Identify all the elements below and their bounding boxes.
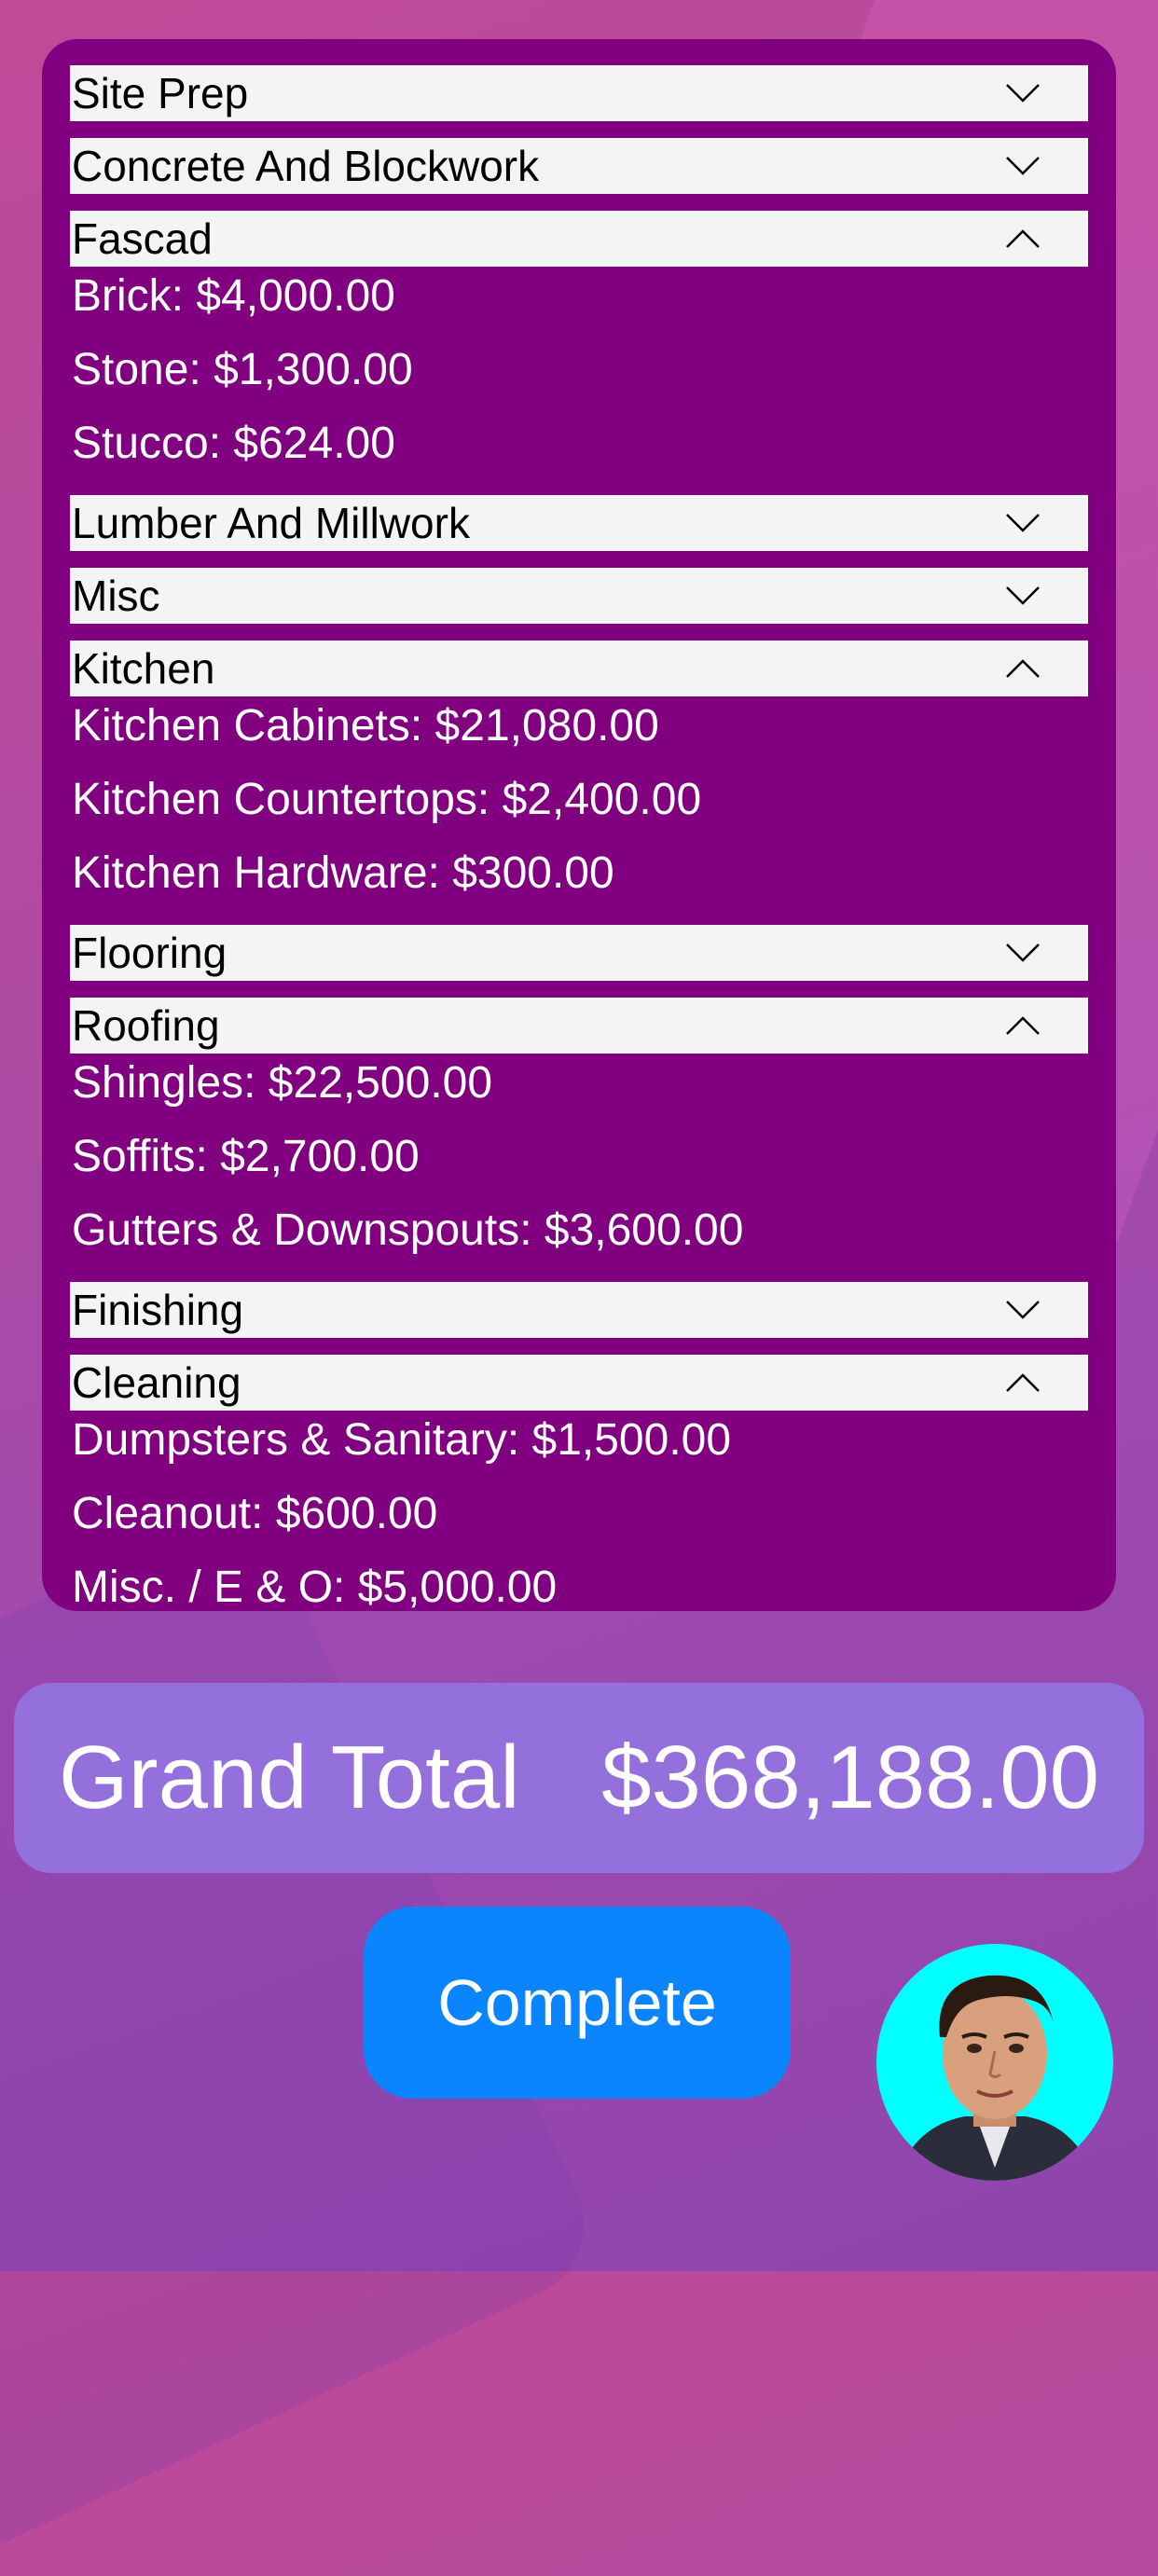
chevron-down-icon[interactable]	[995, 495, 1051, 551]
section-header[interactable]: Roofing	[70, 998, 1088, 1054]
section-lumber-and-millwork: Lumber And Millwork	[70, 495, 1088, 551]
section-header[interactable]: Lumber And Millwork	[70, 495, 1088, 551]
person-photo-icon	[895, 1975, 1096, 2181]
section-header[interactable]: Cleaning	[70, 1355, 1088, 1411]
line-item: Stucco: $624.00	[72, 419, 395, 468]
section-concrete-and-blockwork: Concrete And Blockwork	[70, 138, 1088, 194]
section-header[interactable]: Misc	[70, 568, 1088, 624]
section-cleaning: Cleaning Dumpsters & Sanitary: $1,500.00 C…	[70, 1355, 1088, 1639]
chevron-up-icon[interactable]	[995, 211, 1051, 267]
line-item-list: Kitchen Cabinets: $21,080.00 Kitchen Coun…	[70, 696, 1088, 925]
section-title: Misc	[72, 572, 160, 620]
chevron-up-icon[interactable]	[995, 998, 1051, 1054]
grand-total-bar: Grand Total $368,188.00	[14, 1683, 1144, 1873]
section-header[interactable]: Concrete And Blockwork	[70, 138, 1088, 194]
section-roofing: Roofing Shingles: $22,500.00 Soffits: $2,7…	[70, 998, 1088, 1282]
section-misc: Misc	[70, 568, 1088, 624]
section-title: Finishing	[72, 1286, 244, 1334]
section-title: Kitchen	[72, 644, 215, 693]
line-item: Misc. / E & O: $5,000.00	[72, 1563, 558, 1612]
section-title: Cleaning	[72, 1358, 241, 1407]
line-item: Cleanout: $600.00	[72, 1489, 438, 1538]
line-item: Brick: $4,000.00	[72, 271, 395, 321]
avatar[interactable]	[876, 1944, 1113, 2181]
line-item: Kitchen Cabinets: $21,080.00	[72, 701, 659, 751]
line-item-list: Brick: $4,000.00 Stone: $1,300.00 Stucco: …	[70, 267, 1088, 495]
section-title: Flooring	[72, 929, 227, 977]
section-kitchen: Kitchen Kitchen Cabinets: $21,080.00 Kitch…	[70, 641, 1088, 925]
line-item: Shingles: $22,500.00	[72, 1058, 493, 1108]
section-finishing: Finishing	[70, 1282, 1088, 1338]
section-title: Fascad	[72, 214, 213, 263]
section-header[interactable]: Finishing	[70, 1282, 1088, 1338]
chevron-down-icon[interactable]	[995, 138, 1051, 194]
chevron-up-icon[interactable]	[995, 1355, 1051, 1411]
grand-total-label: Grand Total	[59, 1728, 520, 1827]
line-item: Stone: $1,300.00	[72, 345, 413, 394]
section-title: Lumber And Millwork	[72, 499, 470, 547]
section-title: Roofing	[72, 1001, 220, 1050]
section-header[interactable]: Fascad	[70, 211, 1088, 267]
section-header[interactable]: Flooring	[70, 925, 1088, 981]
line-item: Kitchen Countertops: $2,400.00	[72, 775, 702, 824]
line-item: Dumpsters & Sanitary: $1,500.00	[72, 1415, 732, 1465]
section-site-prep: Site Prep	[70, 65, 1088, 121]
chevron-down-icon[interactable]	[995, 65, 1051, 121]
line-item: Soffits: $2,700.00	[72, 1132, 420, 1181]
chevron-down-icon[interactable]	[995, 925, 1051, 981]
section-header[interactable]: Site Prep	[70, 65, 1088, 121]
grand-total-value: $368,188.00	[601, 1728, 1099, 1827]
line-item: Kitchen Hardware: $300.00	[72, 848, 614, 898]
line-item-list: Shingles: $22,500.00 Soffits: $2,700.00 Gu…	[70, 1054, 1088, 1282]
cost-breakdown-panel: Site Prep Concrete And Blockwork Fascad Bri…	[42, 39, 1116, 1612]
chevron-up-icon[interactable]	[995, 641, 1051, 696]
chevron-down-icon[interactable]	[995, 1282, 1051, 1338]
line-item: Gutters & Downspouts: $3,600.00	[72, 1205, 744, 1255]
section-fascad: Fascad Brick: $4,000.00 Stone: $1,300.00 St…	[70, 211, 1088, 495]
section-list: Site Prep Concrete And Blockwork Fascad Bri…	[70, 65, 1088, 1639]
complete-button[interactable]: Complete	[364, 1907, 791, 2099]
section-title: Concrete And Blockwork	[72, 142, 540, 190]
line-item-list: Dumpsters & Sanitary: $1,500.00 Cleanout:…	[70, 1411, 1088, 1639]
section-flooring: Flooring	[70, 925, 1088, 981]
section-title: Site Prep	[72, 69, 249, 117]
section-header[interactable]: Kitchen	[70, 641, 1088, 696]
chevron-down-icon[interactable]	[995, 568, 1051, 624]
